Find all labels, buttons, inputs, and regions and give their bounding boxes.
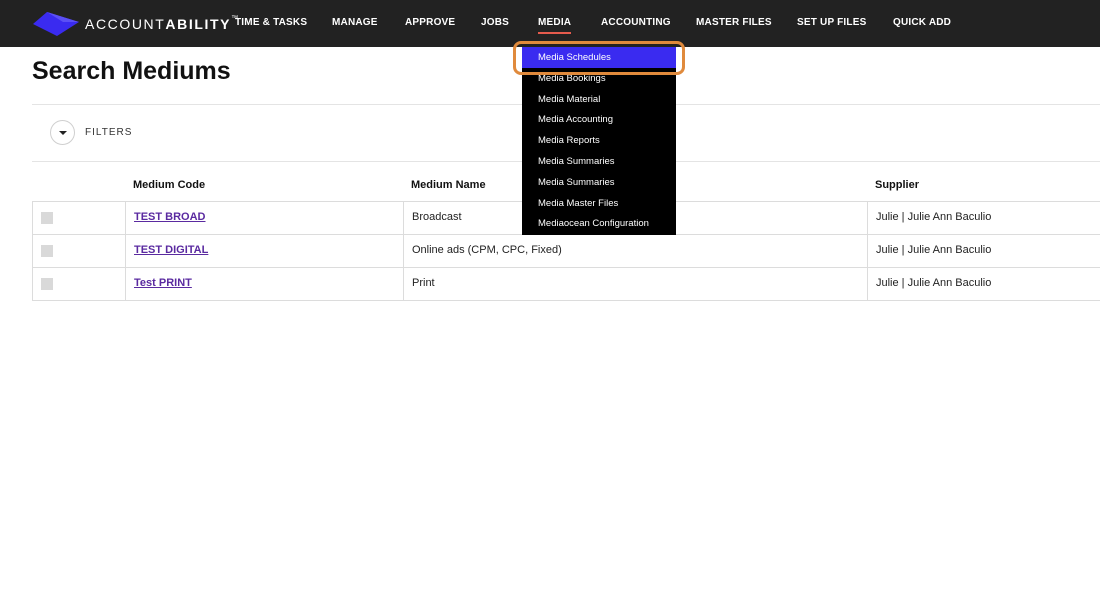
- nav-media[interactable]: MEDIA: [538, 17, 572, 34]
- row-checkbox[interactable]: [41, 278, 53, 290]
- nav-quick-add[interactable]: QUICK ADD: [893, 17, 951, 28]
- brand-name-bold: ABILITY: [165, 16, 232, 32]
- menu-item-media-summaries[interactable]: Media Summaries: [522, 151, 676, 172]
- cell-divider: [125, 268, 126, 301]
- medium-name: Print: [412, 277, 435, 289]
- cell-divider: [125, 235, 126, 268]
- media-dropdown-menu: Media Schedules Media Bookings Media Mat…: [522, 47, 676, 235]
- medium-code-link[interactable]: TEST BROAD: [134, 211, 206, 223]
- menu-item-media-accounting[interactable]: Media Accounting: [522, 109, 676, 130]
- nav-jobs[interactable]: JOBS: [481, 17, 509, 28]
- page-title: Search Mediums: [32, 57, 231, 85]
- supplier-name: Julie | Julie Ann Baculio: [876, 277, 992, 289]
- row-checkbox[interactable]: [41, 212, 53, 224]
- menu-item-media-summaries-2[interactable]: Media Summaries: [522, 172, 676, 193]
- filters-label[interactable]: FILTERS: [85, 127, 132, 138]
- nav-manage[interactable]: MANAGE: [332, 17, 378, 28]
- table-row: TEST DIGITAL Online ads (CPM, CPC, Fixed…: [32, 235, 1100, 268]
- nav-approve[interactable]: APPROVE: [405, 17, 455, 28]
- menu-item-media-schedules[interactable]: Media Schedules: [522, 47, 676, 68]
- medium-code-link[interactable]: Test PRINT: [134, 277, 192, 289]
- nav-accounting[interactable]: ACCOUNTING: [601, 17, 671, 28]
- cell-divider: [867, 235, 868, 268]
- column-header-supplier[interactable]: Supplier: [875, 179, 919, 191]
- medium-name: Broadcast: [412, 211, 462, 223]
- menu-item-media-bookings[interactable]: Media Bookings: [522, 68, 676, 89]
- supplier-name: Julie | Julie Ann Baculio: [876, 211, 992, 223]
- menu-item-media-reports[interactable]: Media Reports: [522, 130, 676, 151]
- nav-time-tasks[interactable]: TIME & TASKS: [235, 17, 307, 28]
- cell-divider: [403, 268, 404, 301]
- supplier-name: Julie | Julie Ann Baculio: [876, 244, 992, 256]
- cell-divider: [403, 235, 404, 268]
- cell-divider: [867, 268, 868, 301]
- top-nav-bar: ACCOUNTABILITY™ TIME & TASKS MANAGE APPR…: [0, 0, 1100, 47]
- nav-set-up-files[interactable]: SET UP FILES: [797, 17, 866, 28]
- accountability-logo-icon[interactable]: [33, 12, 79, 36]
- brand-name-light: ACCOUNT: [85, 16, 166, 32]
- cell-divider: [125, 202, 126, 235]
- medium-code-link[interactable]: TEST DIGITAL: [134, 244, 208, 256]
- cell-divider: [403, 202, 404, 235]
- column-header-medium-code[interactable]: Medium Code: [133, 179, 205, 191]
- menu-item-media-material[interactable]: Media Material: [522, 89, 676, 110]
- row-border: [32, 268, 33, 301]
- filters-toggle-button[interactable]: [50, 120, 75, 145]
- column-header-medium-name[interactable]: Medium Name: [411, 179, 486, 191]
- row-checkbox[interactable]: [41, 245, 53, 257]
- row-border: [32, 202, 33, 235]
- table-row: Test PRINT Print Julie | Julie Ann Bacul…: [32, 268, 1100, 301]
- cell-divider: [867, 202, 868, 235]
- menu-item-mediaocean-configuration[interactable]: Mediaocean Configuration: [522, 213, 676, 234]
- brand-name[interactable]: ACCOUNTABILITY™: [85, 15, 238, 32]
- nav-master-files[interactable]: MASTER FILES: [696, 17, 772, 28]
- row-border: [32, 235, 33, 268]
- medium-name: Online ads (CPM, CPC, Fixed): [412, 244, 562, 256]
- menu-item-media-master-files[interactable]: Media Master Files: [522, 193, 676, 214]
